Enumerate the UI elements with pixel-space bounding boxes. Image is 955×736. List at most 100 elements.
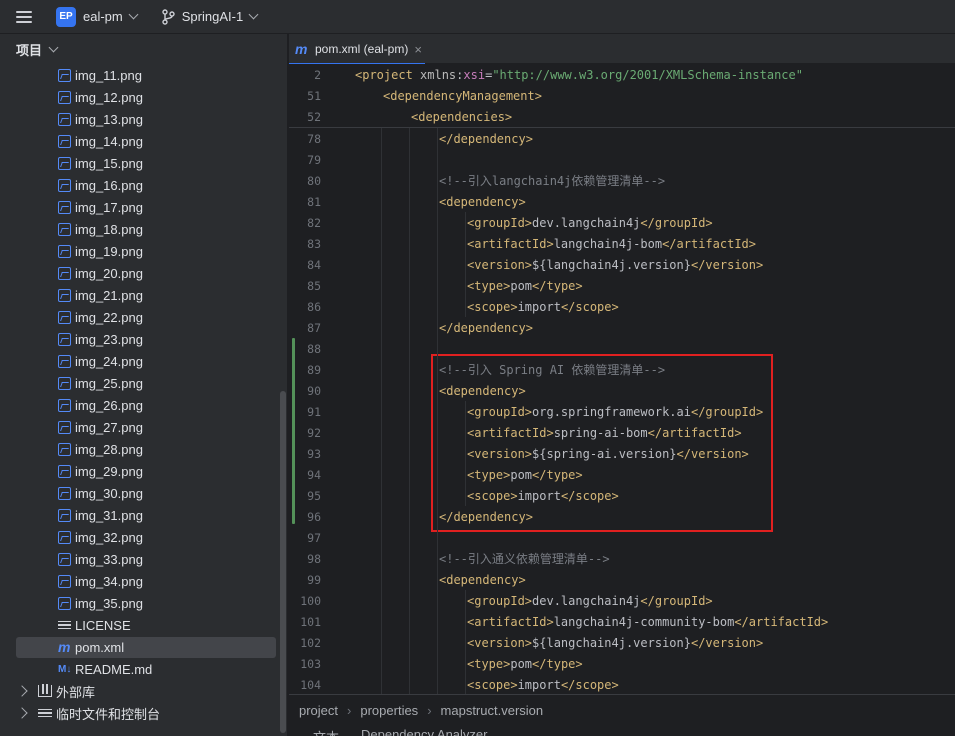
- branch-name[interactable]: SpringAI-1: [182, 9, 243, 24]
- code-line[interactable]: 81 <dependency>: [289, 191, 955, 212]
- code-line[interactable]: 89 <!--引入 Spring AI 依赖管理清单-->: [289, 359, 955, 380]
- tree-item[interactable]: img_30.png: [0, 482, 288, 504]
- tab-pom-xml[interactable]: m pom.xml (eal-pm) ×: [289, 34, 428, 65]
- line-number: 101: [300, 614, 321, 629]
- tree-item[interactable]: img_16.png: [0, 174, 288, 196]
- tree-item[interactable]: M↓ README.md: [0, 658, 288, 680]
- line-number: 95: [307, 488, 321, 503]
- sticky-lines[interactable]: 2 <project xmlns:xsi="http://www.w3.org/2…: [289, 64, 955, 128]
- code-line[interactable]: 94 <type>pom</type>: [289, 464, 955, 485]
- chevron-down-icon[interactable]: [48, 42, 59, 52]
- tree-item[interactable]: img_18.png: [0, 218, 288, 240]
- code-line[interactable]: 83 <artifactId>langchain4j-bom</artifactI…: [289, 233, 955, 254]
- chevron-right-icon[interactable]: [16, 685, 28, 697]
- code-line[interactable]: 98 <!--引入通义依赖管理清单-->: [289, 548, 955, 569]
- code-line[interactable]: 97: [289, 527, 955, 548]
- code-line[interactable]: 91 <groupId>org.springframework.ai</group…: [289, 401, 955, 422]
- code-line[interactable]: 93 <version>${spring-ai.version}</version…: [289, 443, 955, 464]
- tree-item[interactable]: img_12.png: [0, 86, 288, 108]
- project-badge[interactable]: EP: [56, 6, 76, 27]
- code-line[interactable]: 103 <type>pom</type>: [289, 653, 955, 674]
- tree-item[interactable]: img_14.png: [0, 130, 288, 152]
- code-line[interactable]: 95 <scope>import</scope>: [289, 485, 955, 506]
- code-line[interactable]: 82 <groupId>dev.langchain4j</groupId>: [289, 212, 955, 233]
- library-icon: [38, 684, 52, 697]
- image-icon: [58, 156, 71, 170]
- token-tag: <artifactId>: [467, 425, 554, 440]
- image-icon: [58, 90, 71, 104]
- token-txt: spring-ai-bom: [553, 425, 648, 440]
- code-line[interactable]: 2 <project xmlns:xsi="http://www.w3.org/2…: [289, 64, 955, 85]
- sidebar-scrollbar[interactable]: [280, 391, 286, 733]
- tree-item[interactable]: img_11.png: [0, 64, 288, 86]
- code-text: <scope>import</scope>: [467, 300, 619, 314]
- code-line[interactable]: 80 <!--引入langchain4j依赖管理清单-->: [289, 170, 955, 191]
- code-line[interactable]: 104 <scope>import</scope>: [289, 674, 955, 694]
- code-line[interactable]: 92 <artifactId>spring-ai-bom</artifactId>: [289, 422, 955, 443]
- tree-item[interactable]: img_35.png: [0, 592, 288, 614]
- project-name[interactable]: eal-pm: [83, 9, 123, 24]
- bottom-tab-text[interactable]: 文本: [313, 727, 339, 736]
- code-editor[interactable]: 2 <project xmlns:xsi="http://www.w3.org/2…: [289, 64, 955, 694]
- tree-item[interactable]: img_34.png: [0, 570, 288, 592]
- breadcrumb-item[interactable]: project: [299, 703, 338, 718]
- code-line[interactable]: 101 <artifactId>langchain4j-community-bom…: [289, 611, 955, 632]
- code-line[interactable]: 87 </dependency>: [289, 317, 955, 338]
- tree-item[interactable]: img_29.png: [0, 460, 288, 482]
- code-line[interactable]: 88: [289, 338, 955, 359]
- tree-item[interactable]: img_32.png: [0, 526, 288, 548]
- code-line[interactable]: 99 <dependency>: [289, 569, 955, 590]
- code-line[interactable]: 85 <type>pom</type>: [289, 275, 955, 296]
- image-icon: [58, 244, 71, 258]
- code-line[interactable]: 84 <version>${langchain4j.version}</versi…: [289, 254, 955, 275]
- tree-item[interactable]: LICENSE: [0, 614, 288, 636]
- code-line[interactable]: 79: [289, 149, 955, 170]
- tree-item[interactable]: img_26.png: [0, 394, 288, 416]
- breadcrumb-item[interactable]: mapstruct.version: [441, 703, 544, 718]
- tree-folder[interactable]: 临时文件和控制台: [0, 702, 288, 724]
- code-line[interactable]: 51 <dependencyManagement>: [289, 85, 955, 106]
- tree-item[interactable]: m pom.xml: [0, 636, 288, 658]
- tree-item[interactable]: img_22.png: [0, 306, 288, 328]
- image-icon: [58, 442, 71, 456]
- tree-item[interactable]: img_21.png: [0, 284, 288, 306]
- code-line[interactable]: 100 <groupId>dev.langchain4j</groupId>: [289, 590, 955, 611]
- tree-item[interactable]: img_33.png: [0, 548, 288, 570]
- tree-item[interactable]: img_31.png: [0, 504, 288, 526]
- project-view-header[interactable]: 项目: [0, 34, 287, 64]
- tree-item[interactable]: img_28.png: [0, 438, 288, 460]
- code-text: </dependency>: [439, 510, 533, 524]
- tree-item[interactable]: img_19.png: [0, 240, 288, 262]
- token-txt: pom: [510, 467, 533, 482]
- tree-item[interactable]: img_25.png: [0, 372, 288, 394]
- token-tag: <groupId>: [467, 215, 533, 230]
- tree-item[interactable]: img_13.png: [0, 108, 288, 130]
- git-branch-icon[interactable]: [161, 8, 175, 25]
- image-icon: [58, 464, 71, 478]
- token-tag: </scope>: [560, 488, 619, 503]
- chevron-down-icon[interactable]: [248, 9, 259, 20]
- breadcrumb-separator-icon: ›: [427, 703, 432, 718]
- tree-folder[interactable]: 外部库: [0, 680, 288, 702]
- tree-item[interactable]: img_20.png: [0, 262, 288, 284]
- bottom-tab-dependency-analyzer[interactable]: Dependency Analyzer: [361, 727, 487, 736]
- tree-item[interactable]: img_23.png: [0, 328, 288, 350]
- code-line[interactable]: 78 </dependency>: [289, 128, 955, 149]
- chevron-down-icon[interactable]: [128, 9, 139, 20]
- close-icon[interactable]: ×: [414, 42, 422, 57]
- title-bar: EP eal-pm SpringAI-1: [0, 0, 955, 34]
- hamburger-menu-icon[interactable]: [16, 0, 44, 34]
- tree-item[interactable]: img_15.png: [0, 152, 288, 174]
- code-line[interactable]: 86 <scope>import</scope>: [289, 296, 955, 317]
- code-line[interactable]: 102 <version>${langchain4j.version}</vers…: [289, 632, 955, 653]
- code-line[interactable]: 96 </dependency>: [289, 506, 955, 527]
- line-number: 86: [307, 299, 321, 314]
- code-line[interactable]: 90 <dependency>: [289, 380, 955, 401]
- tree-item[interactable]: img_17.png: [0, 196, 288, 218]
- code-text: <dependency>: [439, 195, 526, 209]
- tree-item[interactable]: img_24.png: [0, 350, 288, 372]
- chevron-right-icon[interactable]: [16, 707, 28, 719]
- code-line[interactable]: 52 <dependencies>: [289, 106, 955, 127]
- tree-item[interactable]: img_27.png: [0, 416, 288, 438]
- breadcrumb-item[interactable]: properties: [360, 703, 418, 718]
